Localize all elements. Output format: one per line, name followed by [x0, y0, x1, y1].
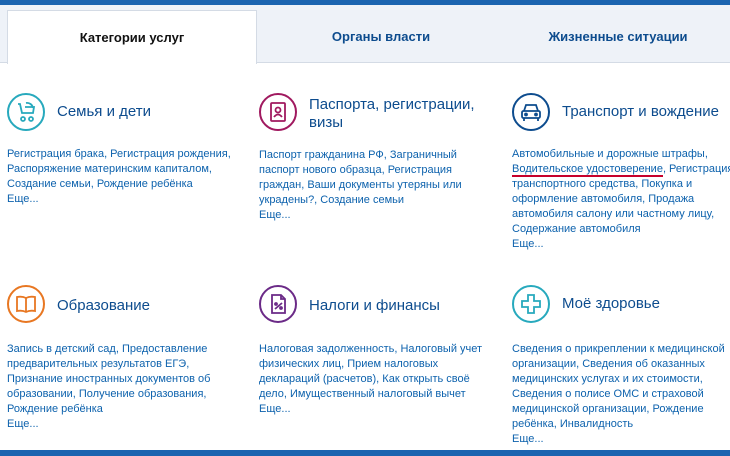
- more-link[interactable]: Еще...: [259, 208, 489, 223]
- book-icon[interactable]: [7, 285, 45, 323]
- stroller-icon[interactable]: [7, 93, 45, 131]
- category-link-line[interactable]: Создание семьи, Рождение ребёнка: [7, 177, 237, 192]
- category-link-line[interactable]: Налоговая задолженность, Налоговый учет: [259, 342, 489, 357]
- more-link[interactable]: Еще...: [7, 192, 237, 207]
- more-link[interactable]: Еще...: [512, 237, 730, 252]
- more-link[interactable]: Еще...: [512, 432, 730, 447]
- category-link-line[interactable]: предварительных результатов ЕГЭ,: [7, 357, 237, 372]
- category-education: Образование Запись в детский сад, Предос…: [7, 285, 237, 432]
- category-link-line[interactable]: автомобиля салону или частному лицу,: [512, 207, 730, 222]
- category-title[interactable]: Паспорта, регистрации, визы: [309, 96, 494, 132]
- category-health: Моё здоровье Сведения о прикреплении к м…: [512, 285, 730, 447]
- category-passports: Паспорта, регистрации, визы Паспорт граж…: [259, 93, 489, 223]
- category-link-line[interactable]: образовании, Получение образования,: [7, 387, 237, 402]
- category-transport: Транспорт и вождение Автомобильные и дор…: [512, 93, 730, 252]
- category-link-line[interactable]: Паспорт гражданина РФ, Заграничный: [259, 148, 489, 163]
- category-link-line[interactable]: , Регистрация: [663, 163, 730, 175]
- category-link-line[interactable]: Автомобильные и дорожные штрафы,: [512, 147, 730, 162]
- category-title[interactable]: Семья и дети: [57, 103, 242, 121]
- category-link-line[interactable]: медицинских услугах и их стоимости,: [512, 372, 730, 387]
- drivers-license-link[interactable]: Водительское удостоверение: [512, 163, 663, 177]
- category-link-line[interactable]: дело, Имущественный налоговый вычет: [259, 387, 489, 402]
- category-family-children: Семья и дети Регистрация брака, Регистра…: [7, 93, 237, 207]
- category-link-line[interactable]: Регистрация брака, Регистрация рождения,: [7, 147, 237, 162]
- category-link-line[interactable]: украдены?, Создание семьи: [259, 193, 489, 208]
- tax-document-icon[interactable]: [259, 285, 297, 323]
- category-link-line[interactable]: организации, Сведения об оказанных: [512, 357, 730, 372]
- tab-bar: Категории услуг Органы власти Жизненные …: [0, 5, 730, 64]
- more-link[interactable]: Еще...: [259, 402, 489, 417]
- tab-authorities[interactable]: Органы власти: [256, 10, 506, 62]
- medical-cross-icon[interactable]: [512, 285, 550, 323]
- category-title[interactable]: Налоги и финансы: [309, 297, 494, 315]
- category-title[interactable]: Транспорт и вождение: [562, 103, 730, 121]
- category-link-line[interactable]: Содержание автомобиля: [512, 222, 730, 237]
- category-link-line[interactable]: Признание иностранных документов об: [7, 372, 237, 387]
- category-taxes: Налоги и финансы Налоговая задолженность…: [259, 285, 489, 417]
- category-title[interactable]: Моё здоровье: [562, 295, 730, 313]
- category-link-line[interactable]: Рождение ребёнка: [7, 402, 237, 417]
- category-link-line[interactable]: транспортного средства, Покупка и: [512, 177, 730, 192]
- category-link-line[interactable]: ребёнка, Инвалидность: [512, 417, 730, 432]
- tab-service-categories[interactable]: Категории услуг: [7, 10, 257, 64]
- category-link-line[interactable]: Сведения о полисе ОМС и страховой: [512, 387, 730, 402]
- bottom-border: [0, 450, 730, 456]
- category-link-line[interactable]: Распоряжение материнским капиталом,: [7, 162, 237, 177]
- category-link-line[interactable]: физических лиц, Прием налоговых: [259, 357, 489, 372]
- category-link-line[interactable]: граждан, Ваши документы утеряны или: [259, 178, 489, 193]
- category-link-line[interactable]: медицинской организации, Рождение: [512, 402, 730, 417]
- category-link-line[interactable]: Запись в детский сад, Предоставление: [7, 342, 237, 357]
- car-icon[interactable]: [512, 93, 550, 131]
- category-link-line[interactable]: Сведения о прикреплении к медицинской: [512, 342, 730, 357]
- category-link-line[interactable]: оформление автомобиля, Продажа: [512, 192, 730, 207]
- category-link-line[interactable]: деклараций (расчетов), Как открыть своё: [259, 372, 489, 387]
- passport-icon[interactable]: [259, 93, 297, 131]
- category-title[interactable]: Образование: [57, 297, 242, 315]
- more-link[interactable]: Еще...: [7, 417, 237, 432]
- category-link-line[interactable]: паспорт нового образца, Регистрация: [259, 163, 489, 178]
- tab-life-situations[interactable]: Жизненные ситуации: [506, 10, 730, 62]
